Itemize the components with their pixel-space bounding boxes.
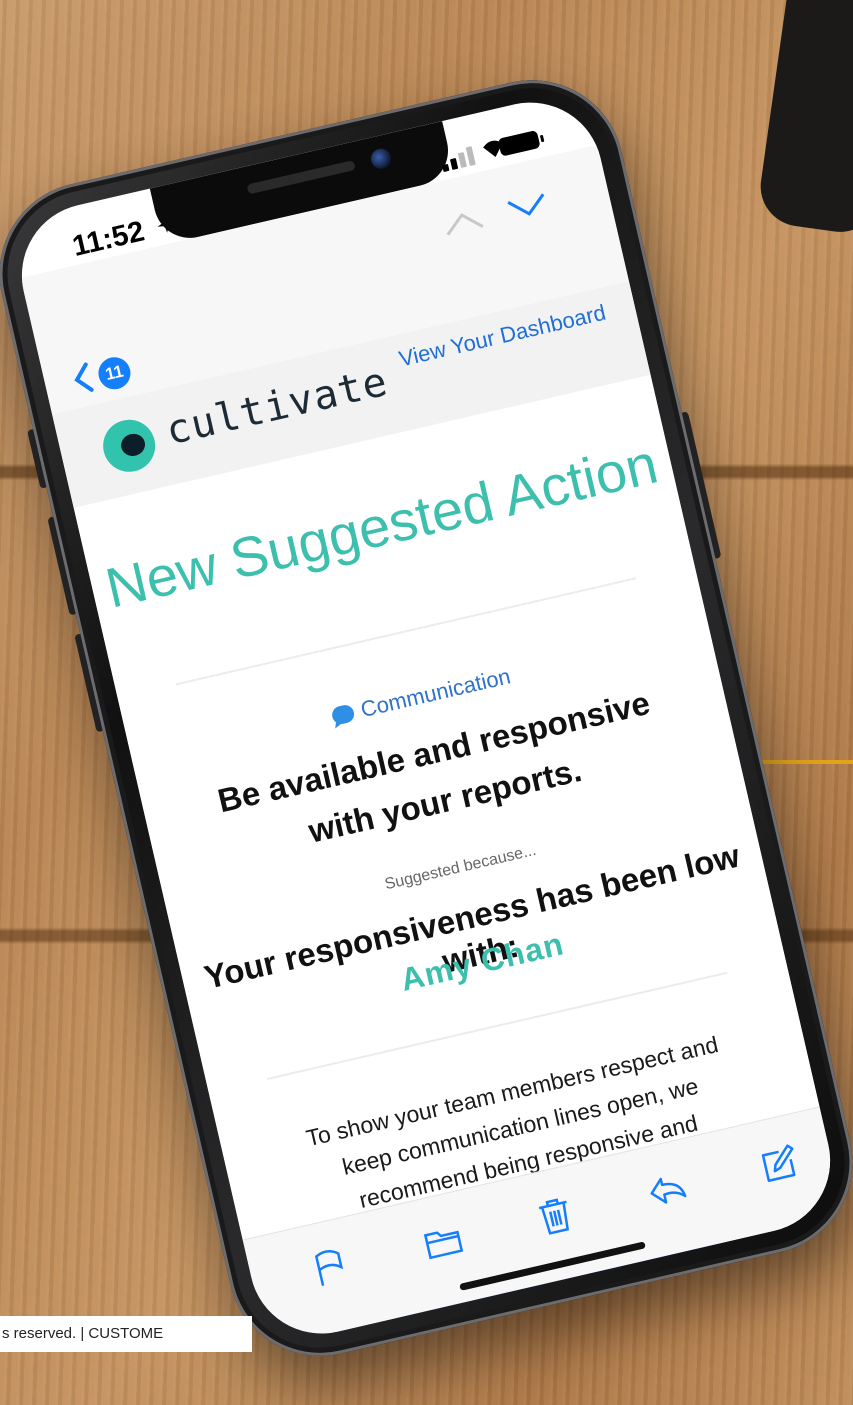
- cultivate-logo-icon: [97, 414, 161, 477]
- reply-icon[interactable]: [643, 1166, 691, 1214]
- trash-icon[interactable]: [531, 1192, 579, 1240]
- phone-screen: 11:52 11 cultivate View Your Dashboard N…: [7, 88, 845, 1348]
- speaker: [246, 159, 356, 195]
- compose-icon[interactable]: [755, 1140, 803, 1188]
- flag-icon[interactable]: [307, 1243, 355, 1291]
- next-message-icon[interactable]: [503, 189, 553, 229]
- chat-bubble-icon: [329, 703, 356, 726]
- desk-object: [755, 0, 853, 238]
- email-content: cultivate View Your Dashboard New Sugges…: [52, 281, 820, 1348]
- back-button[interactable]: 11: [69, 352, 134, 400]
- message-nav: [438, 183, 564, 249]
- unread-badge: 11: [95, 354, 134, 393]
- folder-icon[interactable]: [419, 1218, 467, 1266]
- chevron-left-icon: [69, 360, 97, 401]
- footer-text: s reserved. | CUSTOME: [0, 1316, 252, 1352]
- camera: [369, 146, 394, 171]
- previous-message-icon[interactable]: [439, 204, 489, 244]
- phone: 11:52 11 cultivate View Your Dashboard N…: [0, 61, 853, 1375]
